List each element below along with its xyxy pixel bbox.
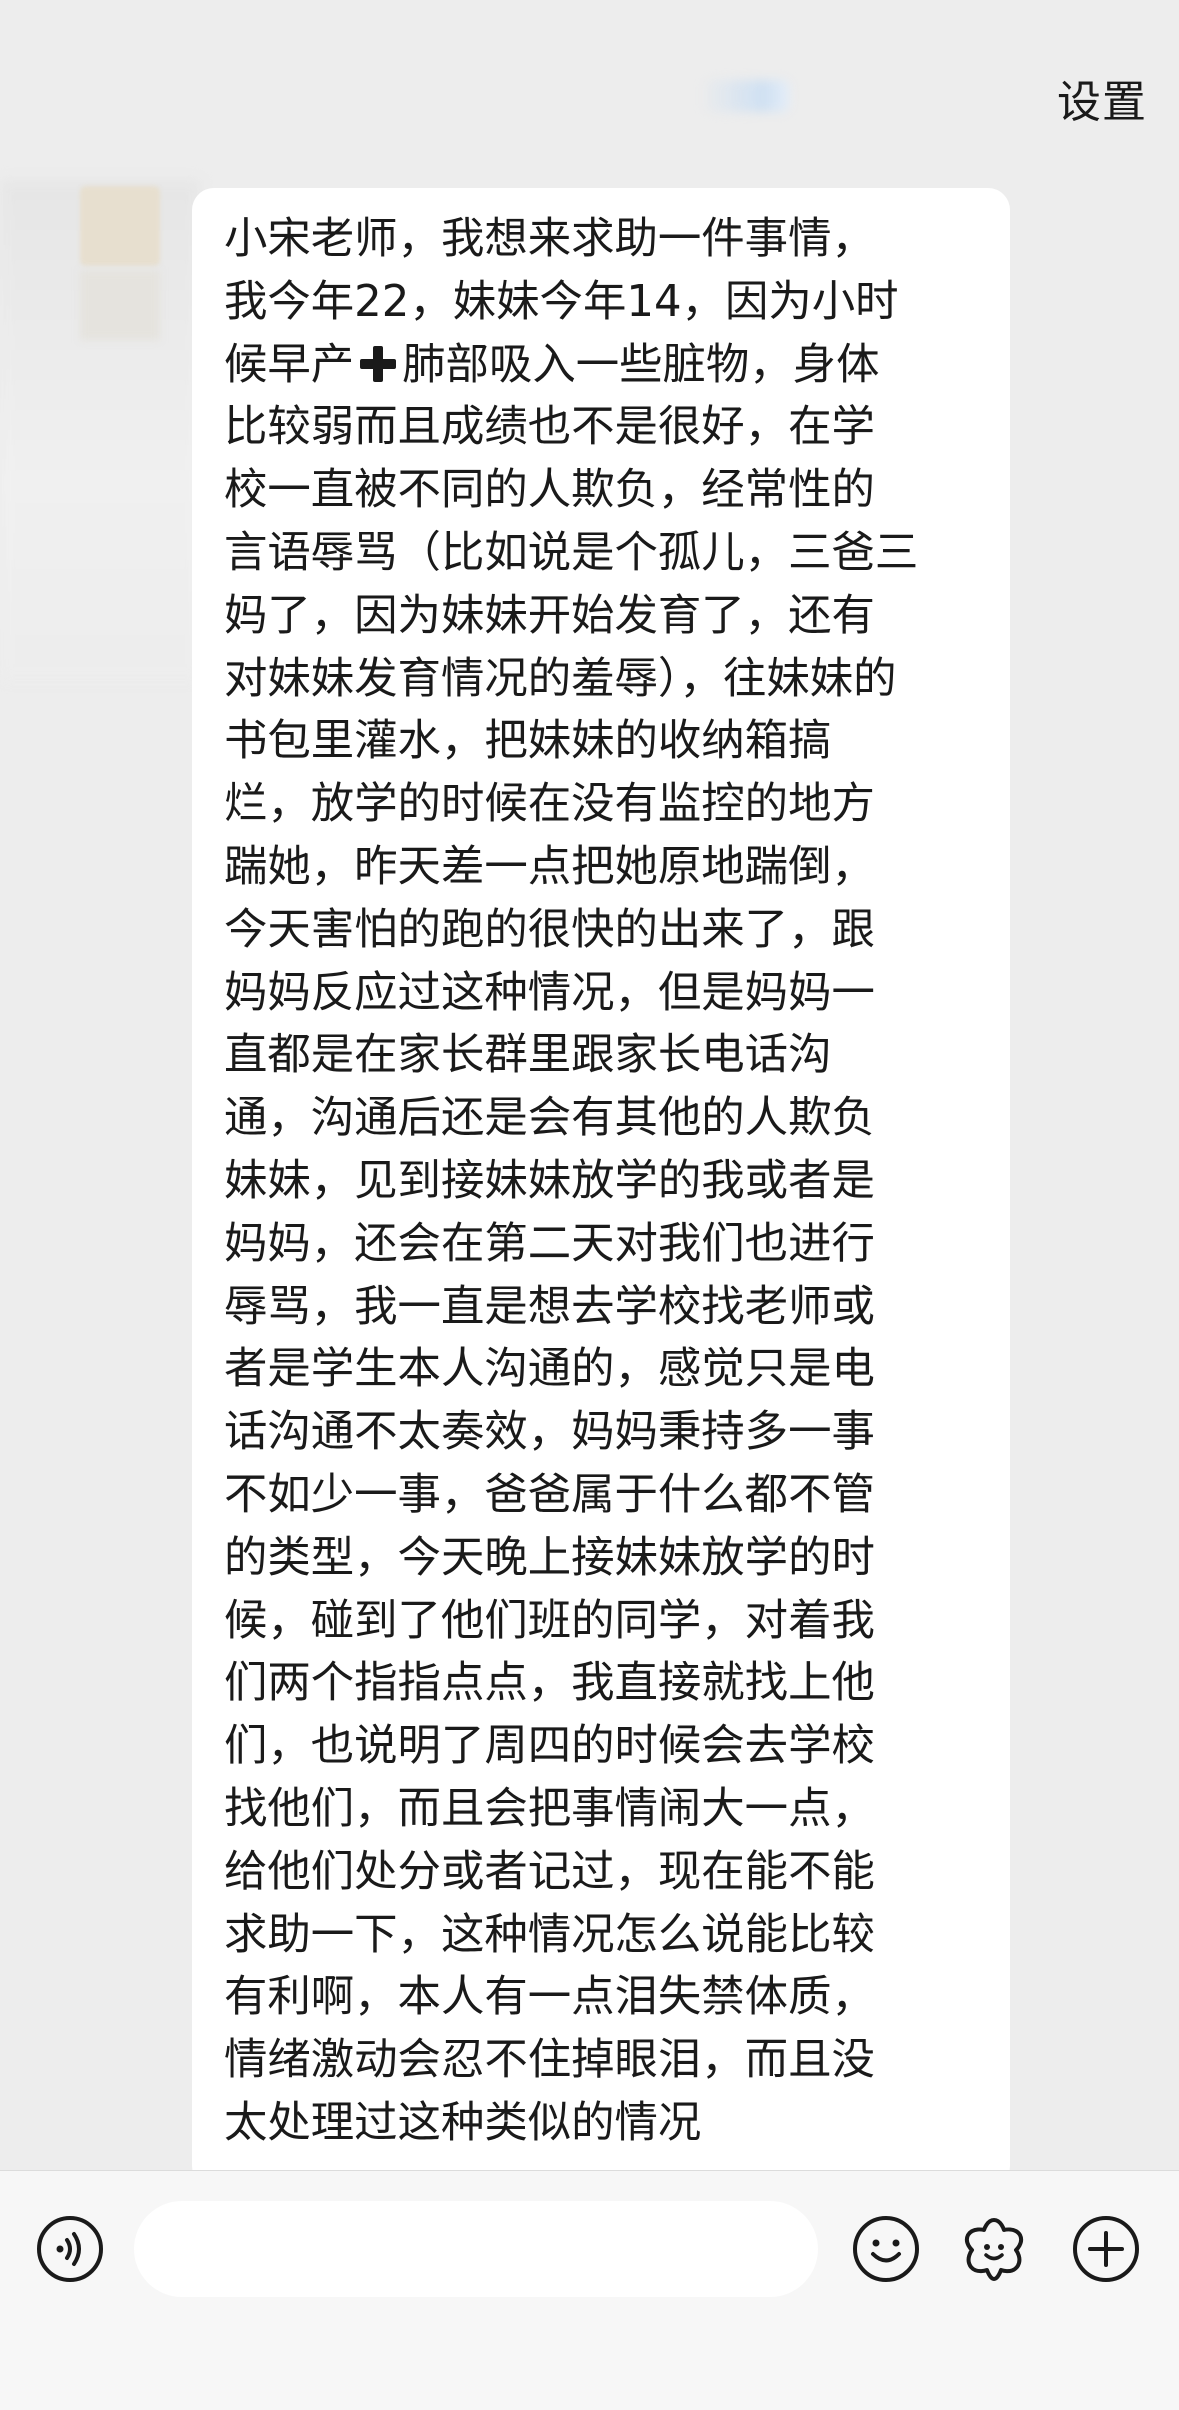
message-line-3-end: 肺部吸入一些脏物，身体 (402, 339, 880, 390)
message-line-2: 我今年22，妹妹今年14，因为小时 (224, 276, 899, 327)
message-input[interactable] (134, 2201, 818, 2297)
top-navigation-bar: 设置 (0, 0, 1179, 160)
emoji-face-icon[interactable] (852, 2215, 920, 2283)
avatar[interactable] (80, 186, 160, 266)
message-line-1: 小宋老师，我想来求助一件事情， (224, 214, 875, 264)
message-text: 小宋老师，我想来求助一件事情， 我今年22，妹妹今年14，因为小时 候早产 肺部吸… (224, 208, 984, 2155)
blurred-avatar-region (80, 270, 160, 340)
input-toolbar (0, 2170, 1179, 2410)
plus-circle-icon[interactable] (1072, 2215, 1140, 2283)
heavy-plus-emoji-icon (358, 344, 398, 384)
message-body: 比较弱而且成绩也不是很好，在学 校一直被不同的人欺负，经常性的 言语辱骂（比如说… (224, 402, 919, 2148)
chat-message-area[interactable]: 小宋老师，我想来求助一件事情， 我今年22，妹妹今年14，因为小时 候早产 肺部吸… (0, 160, 1179, 2188)
blurred-chat-title (700, 80, 790, 112)
settings-button[interactable]: 设置 (1057, 66, 1147, 130)
voice-input-icon[interactable] (36, 2215, 104, 2283)
sticker-flower-icon[interactable] (960, 2215, 1028, 2283)
message-line-3-start: 候早产 (224, 339, 355, 390)
